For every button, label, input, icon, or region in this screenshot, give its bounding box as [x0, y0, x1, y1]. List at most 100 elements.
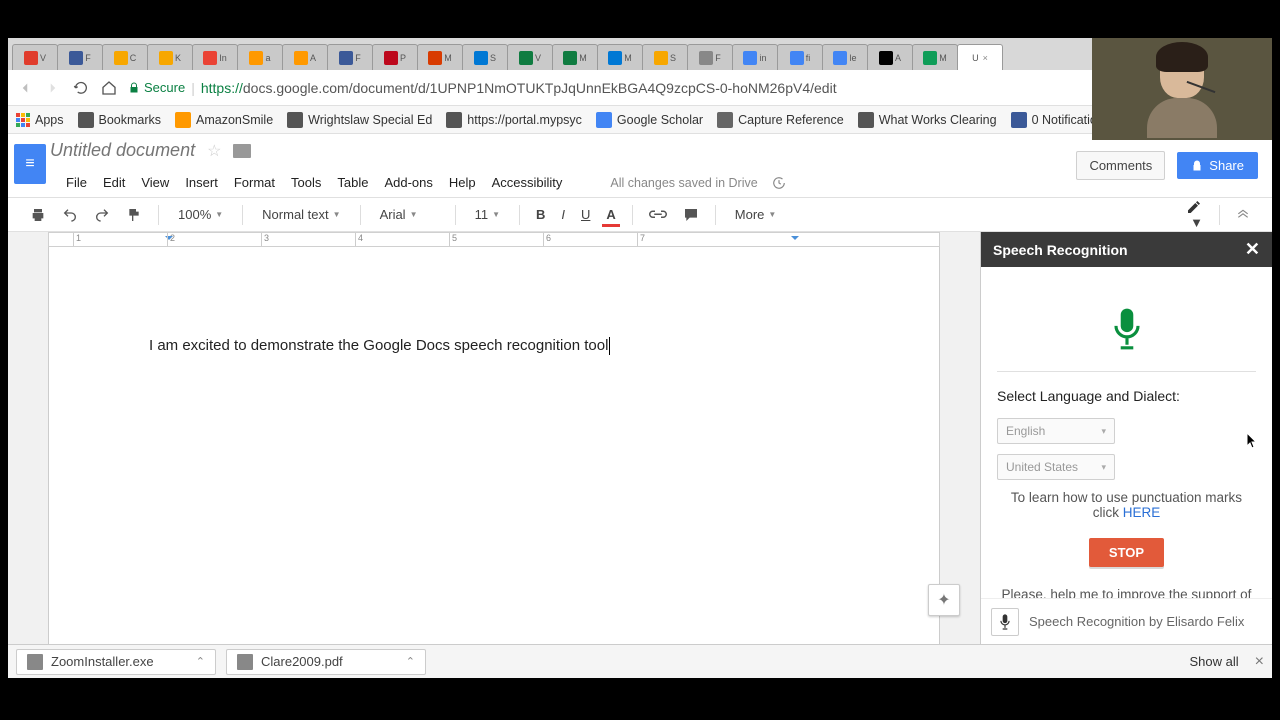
browser-tab[interactable]: V	[12, 44, 58, 70]
browser-tab[interactable]: V	[507, 44, 553, 70]
collapse-toolbar-icon[interactable]	[1232, 207, 1254, 223]
close-downloads-icon[interactable]: ×	[1255, 653, 1264, 671]
ruler-tick: 4	[355, 233, 363, 246]
explore-button[interactable]: ✦	[928, 584, 960, 616]
close-tab-icon[interactable]: ×	[983, 53, 988, 63]
omnibox[interactable]: Secure | https://docs.google.com/documen…	[128, 80, 1162, 96]
punctuation-link[interactable]: HERE	[1123, 505, 1161, 520]
editing-mode-icon[interactable]: ▼	[1182, 197, 1207, 232]
browser-tab[interactable]: A	[867, 44, 913, 70]
download-chip[interactable]: ZoomInstaller.exe⌃	[16, 649, 216, 675]
browser-tab[interactable]: S	[642, 44, 688, 70]
forward-icon[interactable]	[44, 79, 62, 97]
more-toolbar-button[interactable]: More▼	[728, 204, 784, 225]
browser-tab[interactable]: A	[282, 44, 328, 70]
browser-tab[interactable]: M	[552, 44, 598, 70]
browser-tab[interactable]: C	[102, 44, 148, 70]
underline-button[interactable]: U	[577, 205, 594, 224]
home-icon[interactable]	[100, 79, 118, 97]
font-dropdown[interactable]: Arial▼	[373, 204, 443, 225]
browser-tab-active[interactable]: U ×	[957, 44, 1003, 70]
microphone-icon[interactable]	[997, 307, 1256, 351]
language-label: Select Language and Dialect:	[997, 388, 1256, 404]
menu-format[interactable]: Format	[226, 171, 283, 194]
bold-button[interactable]: B	[532, 205, 549, 224]
apps-button[interactable]: Apps	[16, 113, 64, 127]
browser-tab[interactable]: F	[687, 44, 733, 70]
menu-add-ons[interactable]: Add-ons	[376, 171, 440, 194]
font-size-dropdown[interactable]: 11▼	[468, 204, 507, 225]
ruler-tick: 6	[543, 233, 551, 246]
reload-icon[interactable]	[72, 79, 90, 97]
browser-tab[interactable]: K	[147, 44, 193, 70]
downloads-bar: ZoomInstaller.exe⌃ Clare2009.pdf⌃ Show al…	[8, 644, 1272, 678]
browser-tab[interactable]: le	[822, 44, 868, 70]
menu-accessibility[interactable]: Accessibility	[484, 171, 571, 194]
browser-tab[interactable]: M	[597, 44, 643, 70]
insert-comment-icon[interactable]	[679, 205, 703, 225]
share-button[interactable]: Share	[1177, 152, 1258, 179]
comments-button[interactable]: Comments	[1076, 151, 1165, 180]
move-folder-icon[interactable]	[233, 144, 251, 158]
bookmark-item[interactable]: Bookmarks	[78, 112, 162, 128]
docs-logo-icon[interactable]	[10, 134, 50, 197]
browser-tab[interactable]: F	[57, 44, 103, 70]
bookmark-item[interactable]: Google Scholar	[596, 112, 703, 128]
panel-title: Speech Recognition	[993, 242, 1128, 258]
document-title[interactable]: Untitled document	[50, 140, 195, 161]
stop-button[interactable]: STOP	[1089, 538, 1164, 567]
browser-tab[interactable]: F	[327, 44, 373, 70]
menu-table[interactable]: Table	[329, 171, 376, 194]
back-icon[interactable]	[16, 79, 34, 97]
addon-icon[interactable]	[991, 608, 1019, 636]
menu-edit[interactable]: Edit	[95, 171, 133, 194]
right-indent-marker-icon[interactable]	[791, 236, 799, 244]
browser-tab[interactable]: a	[237, 44, 283, 70]
browser-tab[interactable]: S	[462, 44, 508, 70]
document-canvas[interactable]: 1234567 I am excited to demonstrate the …	[8, 232, 980, 644]
menu-tools[interactable]: Tools	[283, 171, 329, 194]
bookmark-item[interactable]: What Works Clearing	[858, 112, 997, 128]
menu-help[interactable]: Help	[441, 171, 484, 194]
ruler-tick: 5	[449, 233, 457, 246]
punctuation-hint: To learn how to use punctuation marks cl…	[997, 490, 1256, 520]
toolbar: 100%▼ Normal text▼ Arial▼ 11▼ B I U A Mo…	[8, 197, 1272, 232]
browser-tab[interactable]: P	[372, 44, 418, 70]
bookmark-item[interactable]: Capture Reference	[717, 112, 844, 128]
paint-format-icon[interactable]	[122, 205, 146, 225]
bookmark-item[interactable]: AmazonSmile	[175, 112, 273, 128]
star-document-icon[interactable]: ☆	[207, 141, 221, 161]
close-panel-icon[interactable]: ✕	[1245, 239, 1260, 260]
menu-view[interactable]: View	[133, 171, 177, 194]
browser-tab[interactable]: fi	[777, 44, 823, 70]
download-chip[interactable]: Clare2009.pdf⌃	[226, 649, 426, 675]
document-page[interactable]: I am excited to demonstrate the Google D…	[48, 247, 940, 644]
bookmark-item[interactable]: https://portal.mypsyc	[446, 112, 582, 128]
webcam-overlay	[1092, 38, 1272, 140]
ruler[interactable]: 1234567	[48, 232, 940, 247]
text-color-button[interactable]: A	[602, 205, 619, 224]
browser-tab[interactable]: M	[912, 44, 958, 70]
language-select[interactable]: English▾	[997, 418, 1115, 444]
italic-button[interactable]: I	[557, 205, 569, 224]
speech-recognition-panel: Speech Recognition ✕ Select Language and…	[980, 232, 1272, 644]
insert-link-icon[interactable]	[645, 207, 671, 223]
browser-tab[interactable]: In	[192, 44, 238, 70]
addon-credit: Speech Recognition by Elisardo Felix	[1029, 614, 1244, 629]
redo-icon[interactable]	[90, 205, 114, 225]
menu-insert[interactable]: Insert	[177, 171, 226, 194]
browser-tab[interactable]: M	[417, 44, 463, 70]
zoom-dropdown[interactable]: 100%▼	[171, 204, 230, 225]
paragraph-style-dropdown[interactable]: Normal text▼	[255, 204, 347, 225]
undo-icon[interactable]	[58, 205, 82, 225]
secure-badge: Secure	[128, 80, 185, 95]
menu-file[interactable]: File	[58, 171, 95, 194]
browser-tab-strip: VFCKInaAFPMSVMMSFinfileAM U ×	[8, 38, 1272, 70]
show-all-downloads[interactable]: Show all	[1190, 654, 1239, 669]
docs-header: Untitled document ☆ FileEditViewInsertFo…	[8, 134, 1272, 197]
document-body-text[interactable]: I am excited to demonstrate the Google D…	[149, 337, 608, 354]
print-icon[interactable]	[26, 205, 50, 225]
bookmark-item[interactable]: Wrightslaw Special Ed	[287, 112, 432, 128]
browser-tab[interactable]: in	[732, 44, 778, 70]
dialect-select[interactable]: United States▾	[997, 454, 1115, 480]
